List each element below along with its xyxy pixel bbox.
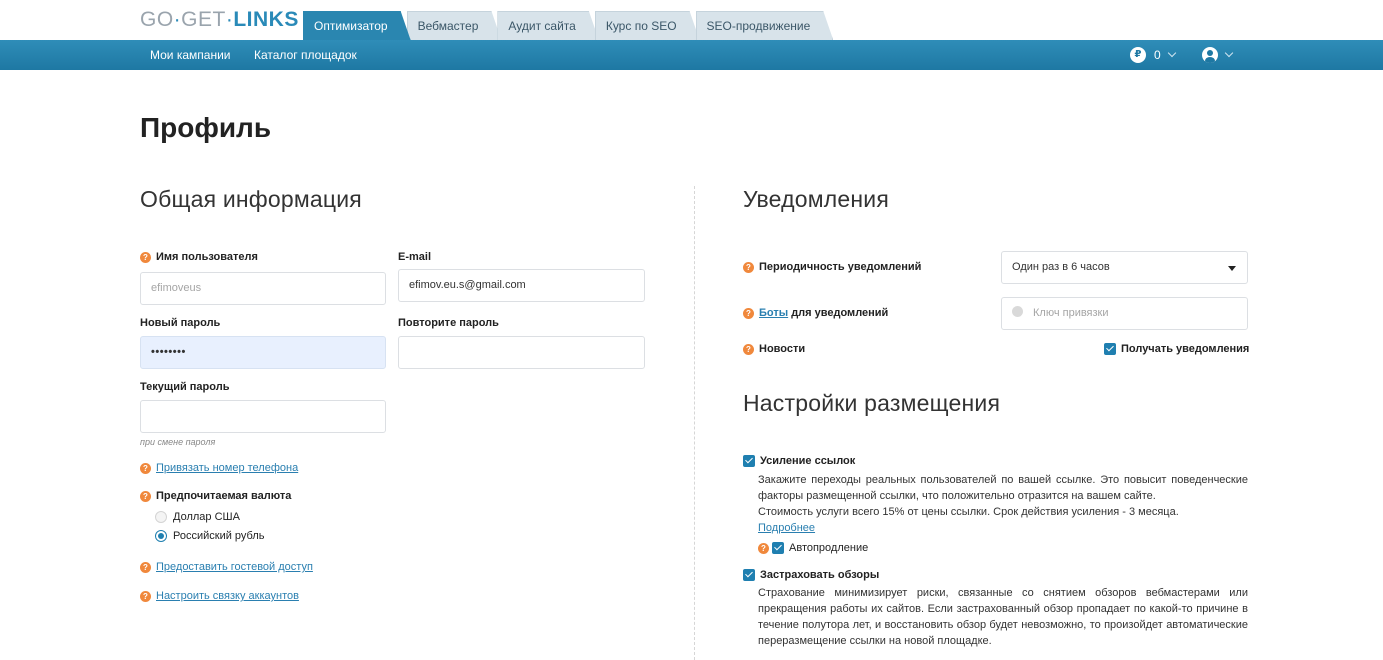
currency-option-label: Российский рубль <box>173 530 265 542</box>
tab-webmaster[interactable]: Вебмастер <box>407 11 502 40</box>
link-accounts-link[interactable]: Настроить связку аккаунтов <box>156 590 299 602</box>
radio-rub[interactable] <box>155 530 167 542</box>
insure-description: Страхование минимизирует риски, связанны… <box>758 587 1248 647</box>
question-icon[interactable] <box>743 343 754 355</box>
question-icon[interactable] <box>743 307 754 319</box>
bots-label: Боты для уведомлений <box>743 307 888 319</box>
news-label-text: Новости <box>759 343 806 355</box>
logo-text-go: GO <box>140 8 174 31</box>
logo[interactable]: GO·GET·LINKS <box>140 8 299 32</box>
radio-usd[interactable] <box>155 511 167 523</box>
caret-down-icon <box>1228 266 1236 271</box>
currency-label-text: Предпочитаемая валюта <box>156 490 292 502</box>
more-link[interactable]: Подробнее <box>758 522 815 534</box>
bind-phone-row: Привязать номер телефона <box>140 462 298 474</box>
boost-cost-text: Стоимость услуги всего 15% от цены ссылк… <box>758 504 1248 536</box>
tab-optimizer[interactable]: Оптимизатор <box>303 11 411 40</box>
ruble-coin-icon: ₽ <box>1130 47 1146 63</box>
username-label: Имя пользователя <box>140 251 258 263</box>
checkbox-checked-icon[interactable] <box>743 455 755 467</box>
email-field[interactable]: efimov.eu.s@gmail.com <box>398 269 645 302</box>
question-icon[interactable] <box>140 590 151 602</box>
chevron-down-icon <box>1224 48 1234 58</box>
news-label: Новости <box>743 343 805 355</box>
user-icon <box>1202 47 1218 63</box>
boost-cost: Стоимость услуги всего 15% от цены ссылк… <box>758 506 1179 518</box>
column-divider <box>694 186 695 660</box>
insure-reviews-checkbox[interactable]: Застраховать обзоры <box>743 569 879 581</box>
receive-notifications-checkbox[interactable]: Получать уведомления <box>1104 343 1249 355</box>
currency-label: Предпочитаемая валюта <box>140 490 291 502</box>
current-password-field[interactable] <box>140 400 386 433</box>
new-password-field[interactable]: •••••••• <box>140 336 386 369</box>
bind-key-placeholder: Ключ привязки <box>1033 307 1109 319</box>
question-icon[interactable] <box>140 490 151 502</box>
new-password-label: Новый пароль <box>140 317 221 329</box>
username-field[interactable]: efimoveus <box>140 272 386 305</box>
top-header: GO·GET·LINKS Оптимизатор Вебмастер Аудит… <box>0 0 1383 40</box>
bind-key-field[interactable]: Ключ привязки <box>1001 297 1248 330</box>
section-placement-title: Настройки размещения <box>743 390 1001 416</box>
repeat-password-field[interactable] <box>398 336 645 369</box>
tab-seo-course[interactable]: Курс по SEO <box>595 11 700 40</box>
notify-period-label-text: Периодичность уведомлений <box>759 261 922 273</box>
receive-notifications-label: Получать уведомления <box>1121 343 1250 355</box>
user-menu-dropdown[interactable] <box>1202 46 1234 64</box>
repeat-password-label: Повторите пароль <box>398 317 499 329</box>
autorenew-checkbox[interactable] <box>772 542 784 554</box>
page-title: Профиль <box>140 112 272 143</box>
section-tabs: Оптимизатор Вебмастер Аудит сайта Курс п… <box>303 11 829 40</box>
notify-period-label: Периодичность уведомлений <box>743 261 921 273</box>
guest-access-row: Предоставить гостевой доступ <box>140 561 313 573</box>
insure-reviews-label: Застраховать обзоры <box>760 569 880 581</box>
autorenew-row: Автопродление <box>758 542 868 554</box>
notify-period-value: Один раз в 6 часов <box>1012 261 1110 273</box>
question-icon[interactable] <box>140 462 151 474</box>
boost-description: Закажите переходы реальных пользователей… <box>758 474 1248 502</box>
logo-text-links: LINKS <box>233 8 299 31</box>
question-icon[interactable] <box>743 261 754 273</box>
current-password-hint: при смене пароля <box>140 437 216 447</box>
question-icon[interactable] <box>140 561 151 573</box>
checkbox-checked-icon[interactable] <box>743 569 755 581</box>
boost-links-label: Усиление ссылок <box>760 455 856 467</box>
nav-my-campaigns[interactable]: Мои кампании <box>150 40 230 70</box>
currency-option-label: Доллар США <box>173 511 240 523</box>
guest-access-link[interactable]: Предоставить гостевой доступ <box>156 561 313 573</box>
question-icon[interactable] <box>140 251 151 263</box>
bots-link[interactable]: Боты <box>759 307 788 319</box>
tab-site-audit[interactable]: Аудит сайта <box>497 11 598 40</box>
key-icon <box>1012 306 1023 317</box>
email-label: E-mail <box>398 251 432 263</box>
question-icon[interactable] <box>758 542 769 554</box>
checkbox-checked-icon[interactable] <box>1104 343 1116 355</box>
current-password-label: Текущий пароль <box>140 381 230 393</box>
bots-label-text: для уведомлений <box>788 307 889 319</box>
autorenew-label: Автопродление <box>789 542 869 554</box>
currency-option-rub[interactable]: Российский рубль <box>155 530 265 542</box>
bind-phone-link[interactable]: Привязать номер телефона <box>156 462 298 474</box>
section-notifications-title: Уведомления <box>743 186 890 212</box>
boost-links-checkbox[interactable]: Усиление ссылок <box>743 455 855 467</box>
currency-option-usd[interactable]: Доллар США <box>155 511 240 523</box>
nav-sites-catalog[interactable]: Каталог площадок <box>254 40 357 70</box>
username-label-text: Имя пользователя <box>156 251 258 263</box>
balance-value: 0 <box>1154 48 1161 62</box>
balance-dropdown[interactable]: ₽ 0 <box>1130 46 1176 64</box>
logo-text-get: GET <box>181 8 226 31</box>
main-navbar: Мои кампании Каталог площадок ₽ 0 <box>0 40 1383 70</box>
link-accounts-row: Настроить связку аккаунтов <box>140 590 299 602</box>
tab-seo-promotion[interactable]: SEO-продвижение <box>696 11 834 40</box>
notify-period-select[interactable]: Один раз в 6 часов <box>1001 251 1248 284</box>
chevron-down-icon <box>1167 48 1176 58</box>
section-general-title: Общая информация <box>140 186 362 212</box>
